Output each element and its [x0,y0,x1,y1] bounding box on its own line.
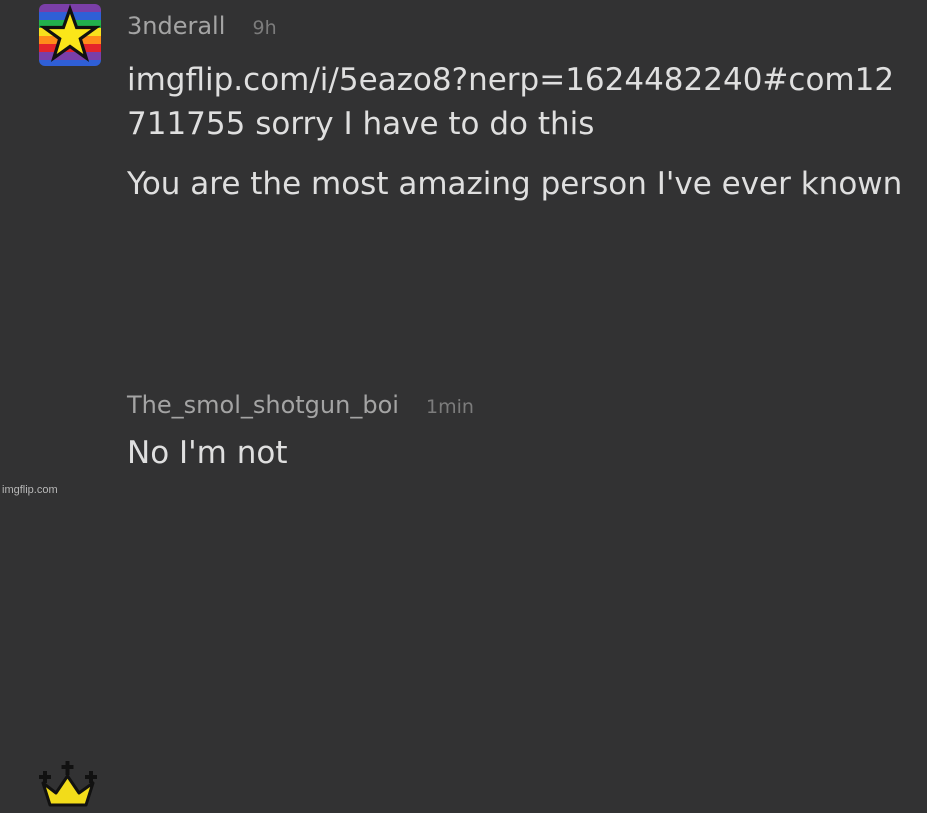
comment-header: The_smol_shotgun_boi 1min [127,391,474,419]
comment-body: No I'm not [127,431,907,475]
rainbow-star-icon[interactable] [39,4,101,66]
comment-paragraph-2: You are the most amazing person I've eve… [127,166,903,202]
timestamp: 9h [252,17,277,39]
username-link[interactable]: 3nderall [127,12,225,40]
imgflip-watermark: imgflip.com [2,484,58,496]
comment-item: 3nderall 9h imgflip.com/i/5eazo8?nerp=16… [0,0,927,340]
comment-body: imgflip.com/i/5eazo8?nerp=1624482240#com… [127,58,907,206]
crown-icon[interactable] [38,761,98,809]
username-link[interactable]: The_smol_shotgun_boi [127,391,399,419]
comment-item: The_smol_shotgun_boi 1min No I'm not [0,375,927,807]
comment-text: No I'm not [127,435,288,471]
comment-header: 3nderall 9h [127,12,277,40]
timestamp: 1min [426,396,474,418]
comment-paragraph: imgflip.com/i/5eazo8?nerp=1624482240#com… [127,58,907,146]
comment-text: sorry I have to do this [245,106,595,142]
